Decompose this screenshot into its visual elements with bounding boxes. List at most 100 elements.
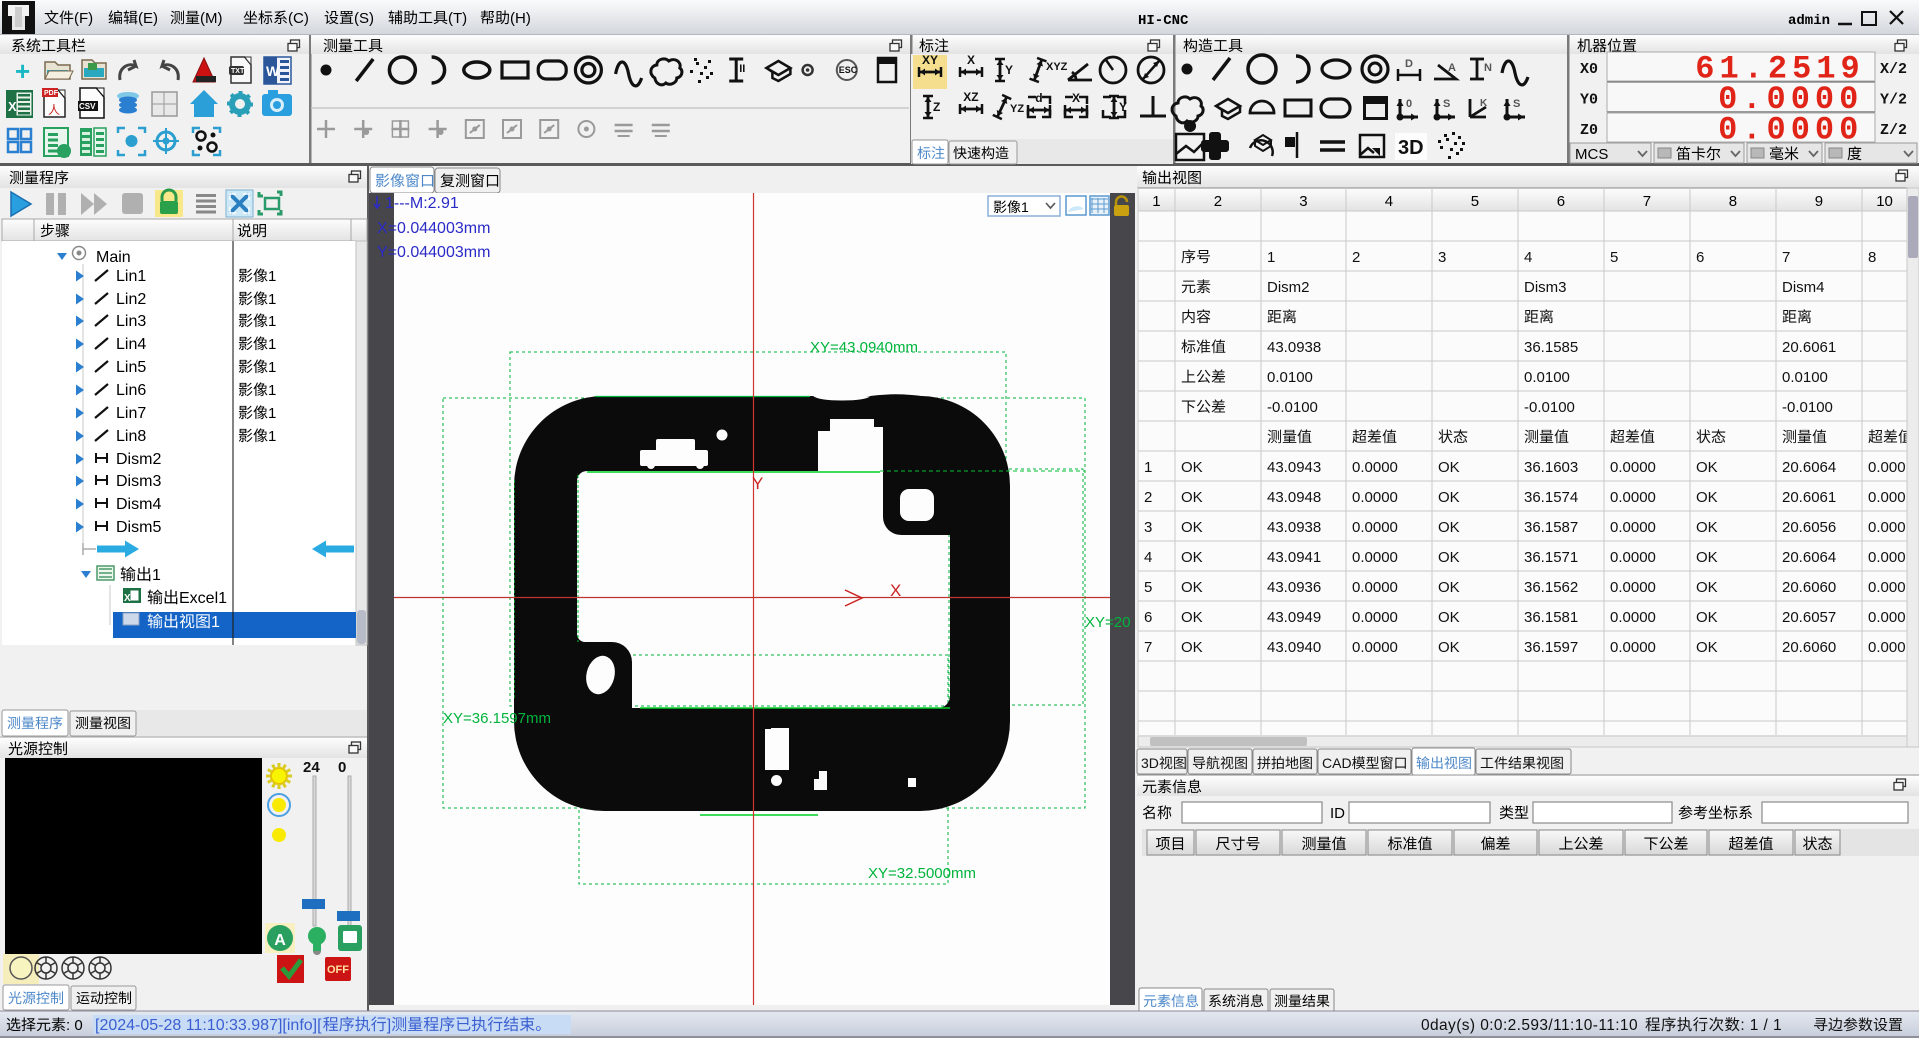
svg-text:9: 9 (1815, 193, 1823, 210)
svg-text:0.0000: 0.0000 (1610, 489, 1656, 506)
svg-text:0.000: 0.000 (1868, 489, 1906, 506)
svg-text:0.0000: 0.0000 (1352, 639, 1398, 656)
svg-text:Main: Main (96, 249, 131, 266)
svg-text:X: X (967, 53, 975, 67)
svg-text:Lin5: Lin5 (116, 359, 146, 376)
svg-text:OK: OK (1696, 519, 1718, 536)
svg-text:0.000: 0.000 (1868, 519, 1906, 536)
svg-text:X0: X0 (1580, 61, 1598, 78)
svg-text:6: 6 (1557, 193, 1565, 210)
svg-text:1---M:2.91: 1---M:2.91 (385, 195, 459, 212)
svg-text:OK: OK (1181, 489, 1203, 506)
svg-text:43.0943: 43.0943 (1267, 459, 1321, 476)
svg-text:OK: OK (1696, 609, 1718, 626)
svg-text:Dism3: Dism3 (1524, 279, 1567, 296)
svg-text:1: 1 (1152, 193, 1160, 210)
svg-text:1: 1 (152, 567, 161, 584)
svg-text:7: 7 (1643, 193, 1651, 210)
svg-text:3: 3 (1438, 249, 1446, 266)
svg-text:1: 1 (211, 614, 220, 631)
svg-text:0.0000: 0.0000 (1352, 549, 1398, 566)
svg-text:N: N (1484, 62, 1492, 74)
svg-text:1: 1 (1021, 199, 1029, 215)
svg-text:7: 7 (1782, 249, 1790, 266)
svg-text:[2024-05-28 11:10:33.987][info: [2024-05-28 11:10:33.987][info][ (95, 1017, 322, 1034)
svg-text:1: 1 (1267, 249, 1275, 266)
svg-text:20.6060: 20.6060 (1782, 579, 1836, 596)
svg-text:Lin7: Lin7 (116, 405, 146, 422)
svg-text:20.6061: 20.6061 (1782, 339, 1836, 356)
svg-text:0.000: 0.000 (1868, 609, 1906, 626)
svg-text:XYZ: XYZ (1046, 61, 1068, 73)
svg-text:0.0000: 0.0000 (1352, 459, 1398, 476)
svg-text:(H): (H) (510, 10, 531, 27)
svg-text:0.0000: 0.0000 (1610, 639, 1656, 656)
svg-text:Lin8: Lin8 (116, 428, 146, 445)
svg-text:S: S (1443, 98, 1450, 110)
svg-text:YZ: YZ (1010, 103, 1024, 115)
svg-text:(F): (F) (74, 10, 93, 27)
svg-text:6: 6 (1696, 249, 1704, 266)
svg-text:0.0000: 0.0000 (1352, 609, 1398, 626)
svg-text:X: X (890, 581, 901, 600)
svg-text:ESC: ESC (839, 65, 858, 75)
svg-text:0.000: 0.000 (1868, 579, 1906, 596)
svg-text:Lin6: Lin6 (116, 382, 146, 399)
svg-text:Z/2: Z/2 (1880, 122, 1907, 139)
svg-text:Z0: Z0 (1580, 122, 1598, 139)
svg-text:0day(s) 0:0:2.593/11:10-11:10: 0day(s) 0:0:2.593/11:10-11:10 (1421, 1017, 1638, 1034)
svg-text:0.0100: 0.0100 (1782, 369, 1828, 386)
svg-text:43.0948: 43.0948 (1267, 489, 1321, 506)
svg-text:0.0000: 0.0000 (1610, 549, 1656, 566)
svg-text:0.0000: 0.0000 (1610, 459, 1656, 476)
svg-text:24: 24 (303, 759, 320, 776)
svg-text:OK: OK (1438, 579, 1460, 596)
svg-text:ID: ID (1330, 805, 1345, 822)
svg-text:OK: OK (1438, 489, 1460, 506)
svg-text:(S): (S) (354, 10, 374, 27)
svg-text:: 1 / 1: : 1 / 1 (1740, 1017, 1782, 1034)
svg-text:1: 1 (268, 382, 276, 399)
svg-text:X: X (124, 593, 131, 604)
svg-text:1: 1 (268, 428, 276, 445)
svg-text:0.0000: 0.0000 (1352, 519, 1398, 536)
svg-text:OK: OK (1181, 609, 1203, 626)
svg-text:36.1603: 36.1603 (1524, 459, 1578, 476)
svg-text:20.6060: 20.6060 (1782, 639, 1836, 656)
svg-text:0.0000: 0.0000 (1610, 609, 1656, 626)
svg-text:4: 4 (1144, 549, 1152, 566)
svg-text:1: 1 (268, 268, 276, 285)
svg-text:Y0: Y0 (1580, 92, 1598, 109)
svg-text:CSV: CSV (79, 102, 96, 111)
svg-text:(C): (C) (288, 10, 309, 27)
svg-text:W: W (266, 63, 280, 79)
svg-text:XY=20: XY=20 (1085, 614, 1130, 631)
svg-text:1: 1 (1144, 459, 1152, 476)
svg-text:36.1571: 36.1571 (1524, 549, 1578, 566)
svg-text:OK: OK (1181, 579, 1203, 596)
svg-text:36.1587: 36.1587 (1524, 519, 1578, 536)
svg-text:OK: OK (1438, 639, 1460, 656)
svg-text:1: 1 (268, 313, 276, 330)
svg-text:II: II (739, 63, 745, 75)
svg-text:admin: admin (1788, 13, 1830, 29)
svg-text:Z: Z (933, 100, 940, 114)
svg-text:OK: OK (1438, 459, 1460, 476)
svg-text:Dism2: Dism2 (1267, 279, 1310, 296)
svg-text:5: 5 (1610, 249, 1618, 266)
svg-text:XY: XY (922, 53, 938, 67)
svg-text:(T): (T) (448, 10, 467, 27)
svg-text:1: 1 (268, 336, 276, 353)
svg-text:0.0000: 0.0000 (1352, 579, 1398, 596)
svg-text:0.0100: 0.0100 (1524, 369, 1570, 386)
svg-text:2: 2 (1144, 489, 1152, 506)
svg-text:43.0938: 43.0938 (1267, 519, 1321, 536)
svg-text:MCS: MCS (1575, 146, 1608, 163)
svg-text:Dism4: Dism4 (1782, 279, 1825, 296)
svg-text:36.1585: 36.1585 (1524, 339, 1578, 356)
svg-text:Excel1: Excel1 (179, 590, 227, 607)
svg-text:8: 8 (1729, 193, 1737, 210)
svg-text:Y/2: Y/2 (1880, 92, 1907, 109)
svg-text:]: ] (387, 1017, 391, 1034)
svg-text:3: 3 (1299, 193, 1307, 210)
